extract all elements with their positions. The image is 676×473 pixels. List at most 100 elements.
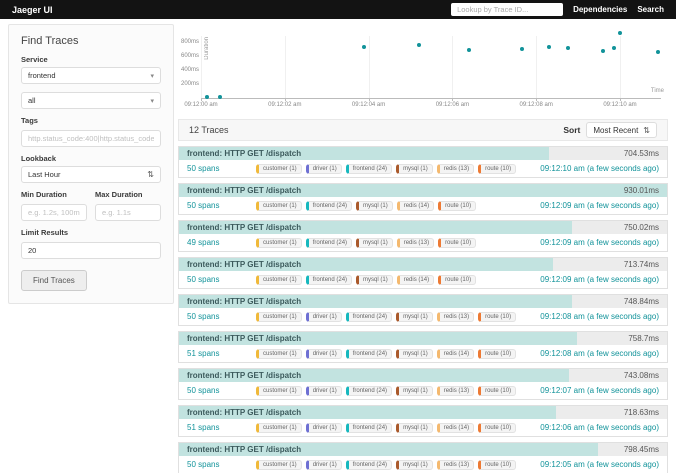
x-axis-tickmark	[536, 98, 538, 101]
trace-title[interactable]: frontend: HTTP GET /dispatch	[187, 223, 301, 232]
service-tag: route (10)	[438, 274, 477, 285]
trace-card[interactable]: frontend: HTTP GET /dispatch 750.02ms 49…	[178, 220, 668, 252]
limit-results-input[interactable]	[21, 242, 161, 259]
service-tag: route (10)	[438, 237, 477, 248]
min-duration-label: Min Duration	[21, 190, 67, 199]
operation-select[interactable]: all ▾	[21, 92, 161, 109]
top-navbar: Jaeger UI Dependencies Search	[0, 0, 676, 19]
y-axis-tick: 200ms	[180, 81, 199, 87]
service-tag: customer (1)	[256, 200, 302, 211]
x-axis-tickmark	[284, 98, 286, 101]
service-tag: redis (13)	[436, 385, 475, 396]
service-tag: route (10)	[478, 459, 517, 470]
service-tag: route (10)	[478, 422, 517, 433]
trace-service-tags: customer (1) driver (1) frontend (24) mysql…	[256, 163, 517, 174]
scatter-point[interactable]	[611, 45, 616, 50]
trace-span-count[interactable]: 50 spans	[187, 275, 256, 284]
scatter-point[interactable]	[362, 44, 367, 49]
trace-title[interactable]: frontend: HTTP GET /dispatch	[187, 334, 301, 343]
trace-card[interactable]: frontend: HTTP GET /dispatch 798.45ms 50…	[178, 442, 668, 473]
trace-card-header: frontend: HTTP GET /dispatch 704.53ms	[179, 147, 667, 160]
find-traces-button[interactable]: Find Traces	[21, 270, 87, 291]
trace-span-count[interactable]: 50 spans	[187, 386, 256, 395]
min-duration-input[interactable]	[21, 204, 87, 221]
service-tag: customer (1)	[256, 459, 302, 470]
lookback-select[interactable]: Last Hour ⇅	[21, 166, 161, 183]
service-tag: frontend (24)	[305, 237, 353, 248]
results-header: 12 Traces Sort Most Recent ⇅	[178, 119, 668, 141]
service-tag: mysql (1)	[356, 200, 393, 211]
scatter-point[interactable]	[519, 46, 524, 51]
trace-span-count[interactable]: 51 spans	[187, 349, 256, 358]
service-tag: customer (1)	[256, 422, 302, 433]
trace-card-body: 51 spans customer (1) driver (1) frontend …	[179, 345, 667, 362]
gridline	[284, 36, 286, 98]
scatter-point[interactable]	[618, 30, 622, 35]
trace-card[interactable]: frontend: HTTP GET /dispatch 704.53ms 50…	[178, 146, 668, 178]
scatter-point[interactable]	[467, 48, 472, 53]
trace-timestamp: 09:12:08 am (a few seconds ago)	[540, 349, 659, 358]
max-duration-input[interactable]	[95, 204, 161, 221]
sort-select[interactable]: Most Recent ⇅	[586, 122, 657, 138]
service-tag: redis (14)	[436, 348, 475, 359]
scatter-point[interactable]	[655, 49, 660, 54]
trace-card[interactable]: frontend: HTTP GET /dispatch 930.01ms 50…	[178, 183, 668, 215]
trace-duration: 743.08ms	[623, 371, 659, 380]
trace-card-header: frontend: HTTP GET /dispatch 718.63ms	[179, 406, 667, 419]
app-brand[interactable]: Jaeger UI	[12, 5, 53, 15]
x-axis-tickmark	[620, 98, 621, 101]
trace-title[interactable]: frontend: HTTP GET /dispatch	[187, 260, 301, 269]
trace-title[interactable]: frontend: HTTP GET /dispatch	[187, 408, 301, 417]
trace-card[interactable]: frontend: HTTP GET /dispatch 718.63ms 51…	[178, 405, 668, 437]
trace-card[interactable]: frontend: HTTP GET /dispatch 713.74ms 50…	[178, 257, 668, 289]
trace-service-tags: customer (1) driver (1) frontend (24) mysql…	[256, 311, 517, 322]
y-axis-tick: 600ms	[180, 53, 199, 59]
scatter-point[interactable]	[601, 49, 606, 54]
trace-span-count[interactable]: 50 spans	[187, 460, 256, 469]
trace-title[interactable]: frontend: HTTP GET /dispatch	[187, 371, 301, 380]
trace-duration: 798.45ms	[623, 445, 659, 454]
chevron-down-icon: ▾	[150, 97, 154, 105]
service-tag: mysql (1)	[356, 237, 393, 248]
x-axis-line	[201, 98, 661, 99]
y-axis-tick: 800ms	[180, 39, 199, 45]
gridline	[368, 36, 370, 98]
trace-timestamp: 09:12:09 am (a few seconds ago)	[540, 275, 659, 284]
chevron-down-icon: ▾	[150, 72, 154, 80]
x-axis-tick: 09:12:08 am	[519, 102, 553, 108]
trace-card[interactable]: frontend: HTTP GET /dispatch 743.08ms 50…	[178, 368, 668, 400]
find-traces-panel: Find Traces Service frontend ▾ all ▾ Tag…	[8, 24, 174, 304]
trace-span-count[interactable]: 50 spans	[187, 312, 256, 321]
trace-span-count[interactable]: 50 spans	[187, 164, 256, 173]
trace-span-count[interactable]: 49 spans	[187, 238, 256, 247]
trace-card-header: frontend: HTTP GET /dispatch 758.7ms	[179, 332, 667, 345]
service-tag: mysql (1)	[396, 459, 433, 470]
trace-span-count[interactable]: 50 spans	[187, 201, 256, 210]
tags-label: Tags	[21, 116, 38, 125]
tags-input[interactable]	[21, 130, 161, 147]
scatter-point[interactable]	[546, 44, 551, 49]
trace-card[interactable]: frontend: HTTP GET /dispatch 758.7ms 51 …	[178, 331, 668, 363]
trace-card[interactable]: frontend: HTTP GET /dispatch 748.84ms 50…	[178, 294, 668, 326]
scatter-point[interactable]	[565, 45, 570, 50]
service-select[interactable]: frontend ▾	[21, 67, 161, 84]
trace-id-lookup-input[interactable]	[451, 3, 564, 16]
trace-title[interactable]: frontend: HTTP GET /dispatch	[187, 186, 301, 195]
trace-timestamp: 09:12:09 am (a few seconds ago)	[540, 238, 659, 247]
scatter-point[interactable]	[416, 42, 421, 47]
trace-title[interactable]: frontend: HTTP GET /dispatch	[187, 297, 301, 306]
trace-title[interactable]: frontend: HTTP GET /dispatch	[187, 149, 301, 158]
service-tag: redis (14)	[396, 200, 435, 211]
nav-search-link[interactable]: Search	[637, 5, 664, 14]
gridline	[452, 36, 454, 98]
nav-dependencies-link[interactable]: Dependencies	[573, 5, 627, 14]
service-tag: frontend (24)	[345, 348, 393, 359]
service-tag: route (10)	[438, 200, 477, 211]
service-tag: mysql (1)	[396, 348, 433, 359]
service-tag: frontend (24)	[345, 385, 393, 396]
trace-title[interactable]: frontend: HTTP GET /dispatch	[187, 445, 301, 454]
trace-duration: 930.01ms	[623, 186, 659, 195]
trace-span-count[interactable]: 51 spans	[187, 423, 256, 432]
service-tag: route (10)	[478, 163, 517, 174]
service-tag: route (10)	[478, 385, 517, 396]
